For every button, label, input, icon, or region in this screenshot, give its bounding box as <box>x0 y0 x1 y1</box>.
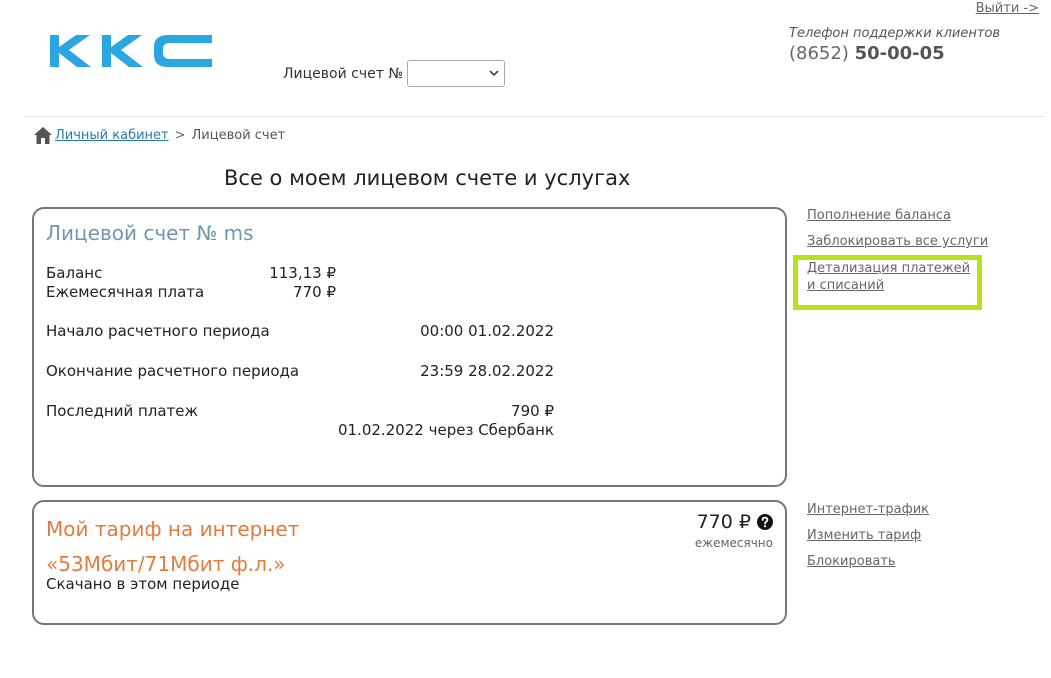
block-all-services-link[interactable]: Заблокировать все услуги <box>807 233 988 250</box>
downloaded-label: Скачано в этом периоде <box>46 575 240 593</box>
help-icon[interactable] <box>757 514 773 530</box>
account-select-label: Лицевой счет № <box>283 65 403 82</box>
account-number-select[interactable] <box>406 60 505 87</box>
support-block: Телефон поддержки клиентов (8652) 50-00-… <box>789 26 1000 64</box>
period-end-label: Окончание расчетного периода <box>46 362 300 380</box>
kks-logo <box>50 35 212 67</box>
support-label: Телефон поддержки клиентов <box>789 26 1001 41</box>
breadcrumb-current: Лицевой счет <box>191 128 286 143</box>
tariff-period: ежемесячно <box>694 536 773 550</box>
tariff-title-line1: Мой тариф на интернет <box>46 517 300 541</box>
breadcrumb-home-link[interactable]: Личный кабинет <box>55 128 169 143</box>
breadcrumb-separator: > <box>174 128 186 143</box>
tariff-card: Мой тариф на интернет «53Мбит/71Мбит ф.л… <box>32 500 787 625</box>
balance-label: Баланс <box>46 264 103 282</box>
internet-traffic-link[interactable]: Интернет-трафик <box>807 501 929 518</box>
period-start-label: Начало расчетного периода <box>46 322 270 340</box>
account-heading: Лицевой счет № ms <box>46 221 254 245</box>
last-payment-label: Последний платеж <box>46 402 199 420</box>
breadcrumb: Личный кабинет > Лицевой счет <box>33 126 285 145</box>
monthly-fee-label: Ежемесячная плата <box>46 283 205 301</box>
support-phone-number: 50-00-05 <box>854 43 945 64</box>
highlight-frame <box>793 255 982 310</box>
account-card: Лицевой счет № ms Баланс 113,13 ₽ Ежемес… <box>32 207 787 487</box>
logout-link[interactable]: Выйти -> <box>976 1 1039 16</box>
balance-value: 113,13 ₽ <box>269 264 336 282</box>
support-phone-code: (8652) <box>789 43 849 64</box>
monthly-fee-value: 770 ₽ <box>293 283 336 301</box>
change-tariff-link[interactable]: Изменить тариф <box>807 527 929 544</box>
account-select-group: Лицевой счет № <box>283 60 505 87</box>
tariff-title: Мой тариф на интернет «53Мбит/71Мбит ф.л… <box>46 512 299 582</box>
kks-logo-mark <box>50 35 212 67</box>
chevron-down-icon <box>489 70 499 77</box>
last-payment-details: 01.02.2022 через Сбербанк <box>337 421 554 439</box>
top-up-balance-link[interactable]: Пополнение баланса <box>807 207 988 224</box>
support-phone: (8652) 50-00-05 <box>789 43 1000 64</box>
header-divider <box>25 116 1045 117</box>
tariff-price-group: 770 ₽ <box>697 511 773 533</box>
tariff-actions: Интернет-трафик Изменить тариф Блокирова… <box>807 501 929 570</box>
page-title: Все о моем лицевом счете и услугах <box>224 166 631 190</box>
block-tariff-link[interactable]: Блокировать <box>807 553 929 570</box>
last-payment-amount: 790 ₽ <box>511 402 554 420</box>
home-icon <box>34 127 52 144</box>
tariff-price: 770 ₽ <box>696 511 751 533</box>
period-start-value: 00:00 01.02.2022 <box>420 322 554 340</box>
period-end-value: 23:59 28.02.2022 <box>420 362 554 380</box>
